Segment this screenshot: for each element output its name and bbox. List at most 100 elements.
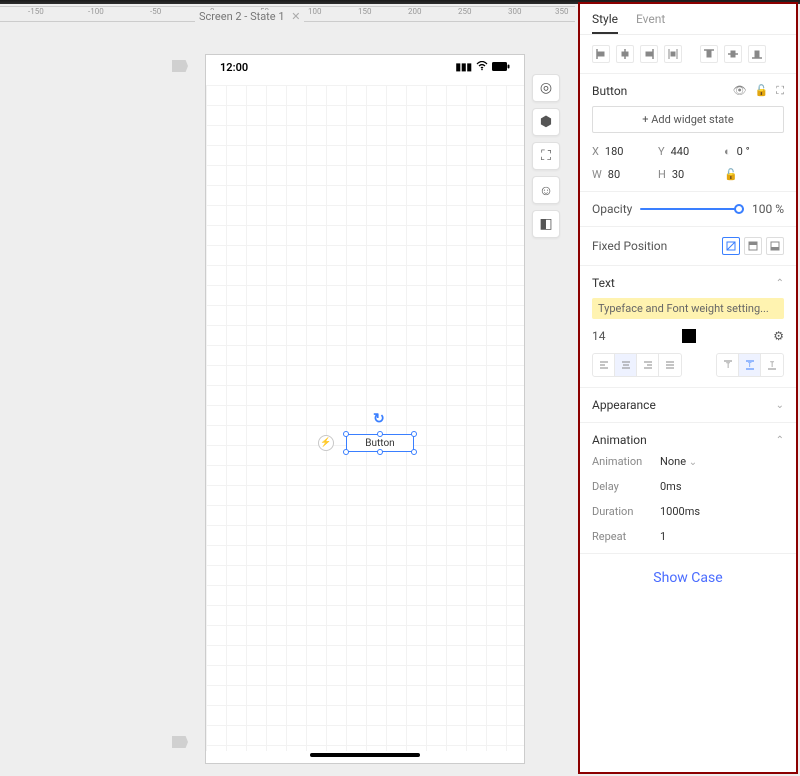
slider-thumb[interactable] <box>734 204 744 214</box>
resize-handle[interactable] <box>343 449 349 455</box>
fixed-label: Fixed Position <box>592 239 667 253</box>
status-time: 12:00 <box>220 61 248 74</box>
anim-type-label: Animation <box>592 455 652 468</box>
chevron-up-icon[interactable]: ⌃ <box>776 278 784 289</box>
lock-aspect-icon[interactable]: 🔓 <box>724 168 738 181</box>
canvas[interactable]: 12:00 ▮▮▮ ↻ ⚡ Button ◎ ⬢ <box>0 24 575 776</box>
button-widget-label: Button <box>365 438 394 449</box>
tab-style[interactable]: Style <box>592 12 618 34</box>
text-align-center-icon[interactable] <box>615 354 637 376</box>
typeface-hint[interactable]: Typeface and Font weight setting... <box>592 298 784 319</box>
lock-icon[interactable]: 🔓 <box>755 84 769 98</box>
text-valign-middle-icon[interactable]: T <box>739 354 761 376</box>
ruler-tick: 150 <box>358 7 372 16</box>
align-hcenter-icon[interactable] <box>616 45 634 63</box>
cube-tool-icon[interactable]: ⬢ <box>532 108 560 136</box>
text-valign-bottom-icon[interactable]: T <box>761 354 783 376</box>
panel-tabs: Style Event <box>580 4 796 35</box>
chevron-up-icon[interactable]: ⌃ <box>776 435 784 446</box>
add-widget-state-button[interactable]: + Add widget state <box>592 106 784 133</box>
appearance-title: Appearance <box>592 398 656 412</box>
ruler-tick: 200 <box>408 7 422 16</box>
canvas-toolbar: ◎ ⬢ ⛶ ☺ ◧ <box>532 74 560 238</box>
align-vcenter-icon[interactable] <box>724 45 742 63</box>
gear-icon[interactable]: ⚙ <box>773 329 784 343</box>
text-title: Text <box>592 276 615 290</box>
resize-handle[interactable] <box>411 449 417 455</box>
align-bottom-icon[interactable] <box>748 45 766 63</box>
ruler-tick: 100 <box>308 7 322 16</box>
rotate-icon[interactable]: ↻ <box>373 411 385 427</box>
status-icons: ▮▮▮ <box>455 61 510 74</box>
target-tool-icon[interactable]: ◎ <box>532 74 560 102</box>
selected-button-widget[interactable]: Button <box>346 434 414 452</box>
ruler-tick: -50 <box>150 7 161 16</box>
fixed-none-icon[interactable] <box>722 237 740 255</box>
angle-icon: ◐ <box>724 145 731 158</box>
fixed-bottom-icon[interactable] <box>766 237 784 255</box>
anim-delay-value[interactable]: 0ms <box>660 480 784 493</box>
close-icon[interactable]: ✕ <box>291 10 300 23</box>
anim-repeat-label: Repeat <box>592 530 652 543</box>
expand-icon[interactable]: ⛶ <box>776 84 784 98</box>
resize-handle[interactable] <box>343 431 349 437</box>
chevron-down-icon: ⌄ <box>689 457 697 468</box>
resize-handle[interactable] <box>411 431 417 437</box>
text-valign-top-icon[interactable]: T <box>717 354 739 376</box>
y-value[interactable]: 440 <box>671 145 690 158</box>
ruler-tick: -150 <box>28 7 44 16</box>
tab-event[interactable]: Event <box>636 12 665 34</box>
h-label: H <box>658 168 666 181</box>
resize-handle[interactable] <box>377 431 383 437</box>
alignment-row <box>580 35 796 74</box>
align-left-icon[interactable] <box>592 45 610 63</box>
layout-tool-icon[interactable]: ◧ <box>532 210 560 238</box>
screen-marker-icon <box>172 60 188 72</box>
screen-tab[interactable]: Screen 2 - State 1 ✕ <box>195 10 304 23</box>
anim-duration-value[interactable]: 1000ms <box>660 505 784 518</box>
svg-text:T: T <box>726 362 731 370</box>
distribute-h-icon[interactable] <box>664 45 682 63</box>
anim-type-value[interactable]: None ⌄ <box>660 455 784 468</box>
h-value[interactable]: 30 <box>672 168 684 181</box>
position-grid: X180 Y440 ◐0 ° W80 H30 🔓 <box>592 145 784 181</box>
appearance-section[interactable]: Appearance ⌄ <box>580 388 796 423</box>
device-frame: 12:00 ▮▮▮ ↻ ⚡ Button <box>205 54 525 764</box>
emoji-tool-icon[interactable]: ☺ <box>532 176 560 204</box>
fixed-top-icon[interactable] <box>744 237 762 255</box>
screen-marker-icon <box>172 736 188 748</box>
animation-title: Animation <box>592 433 647 447</box>
visibility-icon[interactable]: 👁 <box>733 84 747 98</box>
svg-text:T: T <box>748 362 752 369</box>
align-right-icon[interactable] <box>640 45 658 63</box>
angle-value[interactable]: 0 ° <box>737 145 750 158</box>
text-align-left-icon[interactable] <box>593 354 615 376</box>
home-indicator <box>310 753 420 757</box>
frame-tool-icon[interactable]: ⛶ <box>532 142 560 170</box>
chevron-down-icon[interactable]: ⌄ <box>776 400 784 411</box>
font-size-value[interactable]: 14 <box>592 329 606 343</box>
opacity-value[interactable]: 100 % <box>752 202 784 216</box>
text-align-right-icon[interactable] <box>637 354 659 376</box>
ruler-tick: 250 <box>458 7 472 16</box>
anim-duration-label: Duration <box>592 505 652 518</box>
element-name: Button <box>592 84 627 98</box>
device-status-bar: 12:00 ▮▮▮ <box>206 55 524 80</box>
text-color-swatch[interactable] <box>682 329 696 343</box>
x-value[interactable]: 180 <box>605 145 624 158</box>
showcase-button[interactable]: Show Case <box>580 554 796 602</box>
opacity-section: Opacity 100 % <box>580 192 796 227</box>
w-label: W <box>592 168 602 181</box>
opacity-slider[interactable] <box>640 208 744 210</box>
text-align-justify-icon[interactable] <box>659 354 681 376</box>
properties-panel: Style Event Button 👁 🔓 ⛶ + Add widget st… <box>578 2 798 774</box>
x-label: X <box>592 145 599 158</box>
anim-repeat-value[interactable]: 1 <box>660 530 784 543</box>
interaction-icon[interactable]: ⚡ <box>318 435 334 451</box>
w-value[interactable]: 80 <box>608 168 620 181</box>
ruler-tick: -100 <box>88 7 104 16</box>
resize-handle[interactable] <box>377 449 383 455</box>
battery-icon <box>492 62 510 74</box>
device-grid <box>206 85 524 751</box>
align-top-icon[interactable] <box>700 45 718 63</box>
